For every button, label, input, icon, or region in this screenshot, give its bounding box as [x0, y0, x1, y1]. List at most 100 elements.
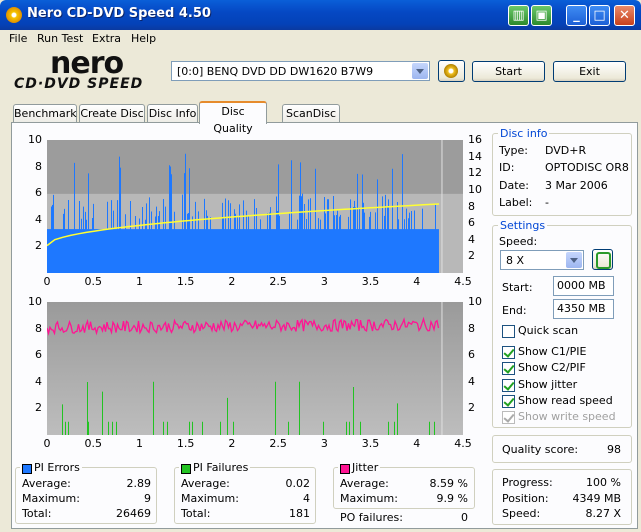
y-right-tick-label: 6 — [468, 216, 475, 230]
checkbox-label: Show C2/PIF — [518, 361, 586, 374]
speed-select-value: 8 X — [506, 254, 525, 267]
nero-logo: nero CD·DVD SPEED — [14, 46, 164, 92]
y-right-tick-label: 14 — [468, 149, 482, 163]
x-tick-label: 0.5 — [84, 437, 102, 450]
exit-button[interactable]: Exit — [553, 61, 626, 82]
pi-failures-maximum-value: 4 — [303, 492, 310, 505]
close-button[interactable]: ✕ — [614, 5, 635, 26]
y-left-tick-label: 4 — [35, 212, 42, 226]
speed-readout-value: 8.27 X — [585, 507, 621, 520]
disc-date-value: 3 Mar 2006 — [545, 179, 608, 192]
tab-disc-info[interactable]: Disc Info — [147, 104, 198, 123]
disc-type-label: Type: — [499, 144, 528, 157]
x-tick-label: 2.5 — [269, 437, 287, 450]
menu-extra[interactable]: Extra — [92, 32, 121, 45]
disc-id-label: ID: — [499, 161, 515, 174]
refresh-drive-button[interactable] — [438, 60, 465, 82]
maximize-button[interactable]: □ — [589, 5, 610, 26]
tab-create-disc[interactable]: Create Disc — [79, 104, 145, 123]
pi-failures-chart — [46, 302, 463, 435]
tab-disc-quality[interactable]: Disc Quality — [199, 101, 267, 135]
jitter-average-label: Average: — [340, 477, 389, 490]
jitter-average-value: 8.59 % — [429, 477, 468, 490]
jitter-maximum-value: 9.9 % — [436, 492, 468, 505]
speed-label: Speed: — [499, 235, 538, 248]
pi-failures-total-value: 181 — [289, 507, 310, 520]
end-input[interactable]: 4350 MB — [553, 299, 614, 319]
y-left-tick-label: 8 — [35, 321, 42, 335]
pi-errors-maximum-label: Maximum: — [22, 492, 80, 505]
chevron-down-icon[interactable] — [412, 63, 428, 79]
y-left-tick-label: 8 — [35, 159, 42, 173]
pi-failures-color-swatch — [181, 464, 191, 474]
pi-errors-total-label: Total: — [22, 507, 52, 520]
x-tick-label: 1.5 — [176, 275, 195, 288]
chart-background-upper — [47, 140, 463, 194]
logo-cdspeed-text: CD·DVD SPEED — [14, 76, 144, 92]
refresh-speed-button[interactable] — [592, 249, 613, 270]
pi-failures-maximum-label: Maximum: — [181, 492, 239, 505]
pi-errors-total-value: 26469 — [116, 507, 151, 520]
x-tick-label: 4 — [413, 275, 421, 288]
checkbox-show-read-speed[interactable] — [502, 395, 515, 408]
chevron-down-icon[interactable] — [566, 252, 582, 268]
disc-info-title: Disc info — [498, 127, 550, 140]
window-title: Nero CD-DVD Speed 4.50 — [27, 6, 211, 21]
position-value: 4349 MB — [572, 492, 621, 505]
menu-run-test[interactable]: Run Test — [37, 32, 83, 45]
tab-benchmark[interactable]: Benchmark — [13, 104, 77, 123]
app-disc-icon — [6, 7, 22, 23]
checkbox-label: Show write speed — [518, 410, 616, 423]
checkbox-show-c2-pif[interactable] — [502, 362, 515, 375]
y-right-tick-label: 10 — [468, 182, 482, 196]
checkbox-label: Show read speed — [518, 394, 613, 407]
y-left-tick-label: 4 — [35, 374, 42, 388]
refresh-icon — [596, 252, 611, 269]
progress-value: 100 % — [586, 476, 621, 489]
disc-id-value: OPTODISC OR8 — [545, 161, 629, 174]
save-icon[interactable]: ▣ — [531, 5, 552, 26]
po-failures-label: PO failures: — [340, 511, 403, 524]
x-tick-label: 3.5 — [361, 275, 380, 288]
x-tick-label: 2.5 — [269, 275, 287, 288]
pi-errors-average-value: 2.89 — [126, 477, 152, 490]
x-tick-label: 2 — [228, 437, 236, 450]
y-right-tick-label: 2 — [468, 401, 475, 415]
x-tick-label: 1 — [135, 437, 143, 450]
checkbox-show-jitter[interactable] — [502, 379, 515, 392]
y-right-tick-label: 4 — [468, 232, 475, 246]
start-input[interactable]: 0000 MB — [553, 276, 614, 296]
menu-help[interactable]: Help — [131, 32, 156, 45]
minimize-button[interactable]: _ — [566, 5, 587, 26]
pi-errors-color-swatch — [22, 464, 32, 474]
quality-score-label: Quality score: — [502, 443, 579, 456]
x-tick-label: 4 — [413, 437, 421, 450]
checkbox-show-c1-pie[interactable] — [502, 346, 515, 359]
y-left-tick-label: 10 — [28, 295, 42, 308]
jitter-color-swatch — [340, 464, 350, 474]
refresh-disc-icon — [444, 64, 458, 78]
tab-scandisc[interactable]: ScanDisc — [282, 104, 340, 123]
y-right-tick-label: 4 — [468, 374, 475, 388]
x-tick-label: 0.5 — [84, 275, 102, 288]
y-left-tick-label: 2 — [35, 239, 42, 253]
mini-mode-icon[interactable]: ▥ — [508, 5, 529, 26]
checkbox-quick-scan[interactable] — [502, 325, 515, 338]
disc-label-label: Label: — [499, 196, 533, 209]
y-left-tick-label: 6 — [35, 348, 42, 362]
x-tick-label: 1 — [135, 275, 143, 288]
drive-select-value: [0:0] BENQ DVD DD DW1620 B7W9 — [177, 65, 374, 78]
y-right-tick-label: 2 — [468, 249, 475, 263]
checkbox-label: Show jitter — [518, 378, 578, 391]
disc-type-value: DVD+R — [545, 144, 587, 157]
x-tick-label: 2 — [228, 275, 236, 288]
disc-date-label: Date: — [499, 179, 529, 192]
speed-select[interactable]: 8 X — [500, 250, 584, 270]
checkbox-show-write-speed — [502, 411, 515, 424]
start-button[interactable]: Start — [472, 61, 545, 82]
y-right-tick-label: 8 — [468, 199, 475, 213]
menu-file[interactable]: File — [9, 32, 27, 45]
pi-failures-total-label: Total: — [181, 507, 211, 520]
drive-select[interactable]: [0:0] BENQ DVD DD DW1620 B7W9 — [171, 61, 430, 81]
x-tick-label: 1.5 — [176, 437, 195, 450]
